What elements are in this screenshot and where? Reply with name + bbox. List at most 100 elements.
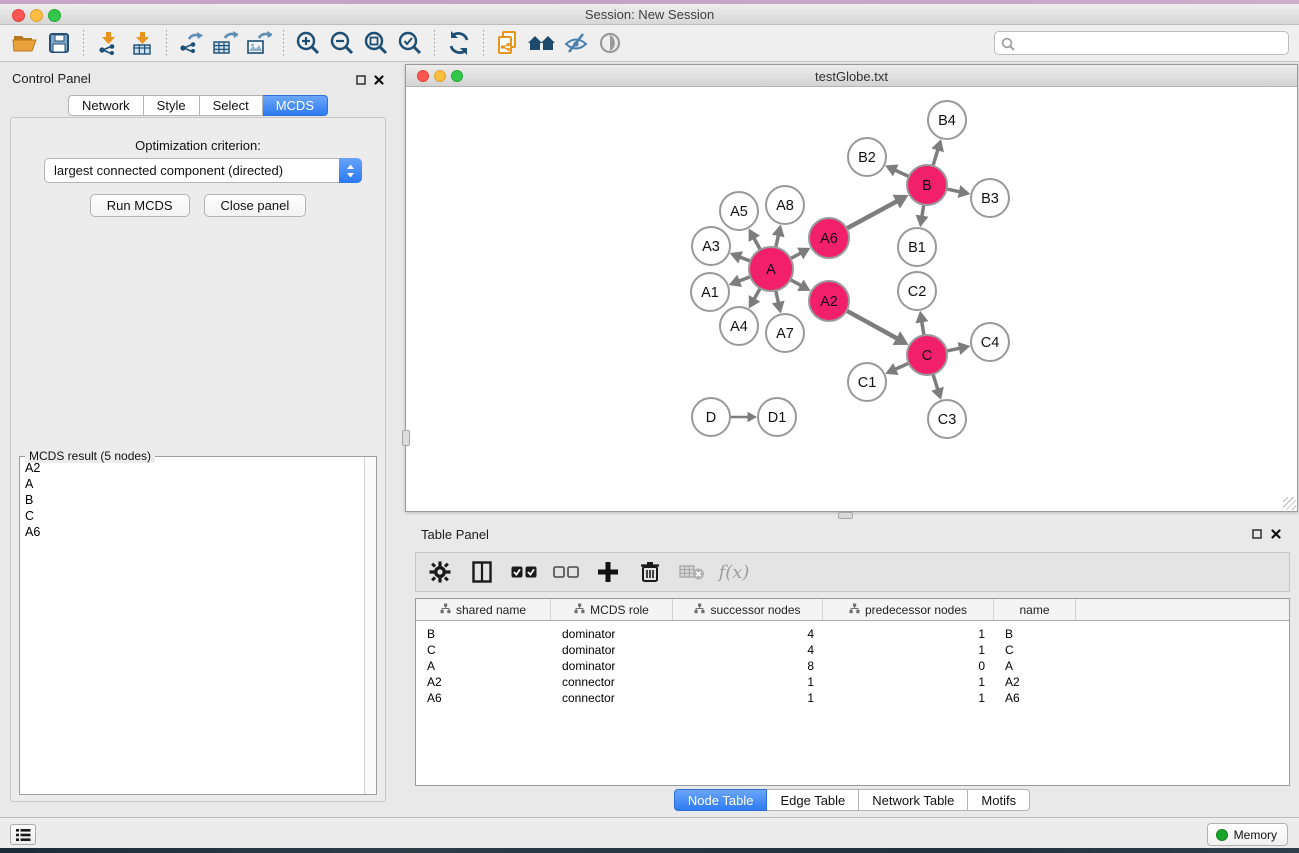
tab-mcds[interactable]: MCDS	[263, 95, 328, 116]
table-panel-header: Table Panel	[405, 518, 1299, 548]
list-item[interactable]: A6	[21, 524, 363, 540]
task-history-button[interactable]	[10, 824, 36, 845]
edge-arrowhead	[931, 139, 944, 152]
list-item[interactable]: B	[21, 492, 363, 508]
tab-select[interactable]: Select	[200, 95, 263, 116]
table-row[interactable]: Bdominator41B	[416, 626, 1289, 642]
graph-edge[interactable]	[895, 363, 910, 370]
graph-edge[interactable]	[754, 238, 761, 251]
graph-edge[interactable]	[933, 373, 938, 390]
node-table: shared name MCDS role successor nodes pr…	[415, 598, 1290, 786]
table-row[interactable]: A2connector11A2	[416, 674, 1289, 690]
table-cell: A2	[994, 674, 1076, 690]
export-network-icon[interactable]	[174, 28, 208, 58]
resize-grip-icon[interactable]	[1283, 497, 1296, 510]
save-session-icon[interactable]	[42, 28, 76, 58]
graph-edge[interactable]	[775, 290, 778, 303]
close-panel-button[interactable]: Close panel	[204, 194, 307, 217]
graph-edge[interactable]	[739, 276, 752, 281]
table-row[interactable]: Cdominator41C	[416, 642, 1289, 658]
tab-edge-table[interactable]: Edge Table	[767, 789, 859, 811]
result-scrollbar[interactable]	[364, 457, 376, 794]
hide-eye-icon[interactable]	[559, 28, 593, 58]
open-session-icon[interactable]	[8, 28, 42, 58]
node-label: B4	[938, 113, 956, 129]
graph-edge[interactable]	[922, 321, 924, 336]
settings-gear-icon[interactable]	[426, 558, 454, 586]
graph-edge[interactable]	[789, 279, 801, 286]
run-mcds-button[interactable]: Run MCDS	[90, 194, 190, 217]
toolbar-divider	[166, 30, 167, 56]
close-panel-icon[interactable]	[374, 72, 384, 90]
graph-edge[interactable]	[946, 348, 960, 351]
desktop-edge-bottom	[0, 848, 1299, 853]
table-cell: A2	[416, 674, 551, 690]
refresh-icon[interactable]	[442, 28, 476, 58]
column-label: predecessor nodes	[865, 603, 967, 617]
search-icon	[1001, 37, 1015, 51]
import-table-icon[interactable]	[125, 28, 159, 58]
table-cell: A	[416, 658, 551, 674]
tab-style[interactable]: Style	[144, 95, 200, 116]
column-header-name[interactable]: name	[994, 599, 1076, 620]
tab-node-table[interactable]: Node Table	[674, 789, 768, 811]
optimization-criterion-select[interactable]: largest connected component (directed)	[44, 158, 362, 183]
function-builder-icon[interactable]: f(x)	[720, 558, 748, 586]
tab-network[interactable]: Network	[68, 95, 144, 116]
zoom-in-icon[interactable]	[291, 28, 325, 58]
tab-motifs[interactable]: Motifs	[968, 789, 1030, 811]
export-table-icon[interactable]	[208, 28, 242, 58]
table-tabs: Node Table Edge Table Network Table Moti…	[405, 789, 1299, 811]
column-header-mcds-role[interactable]: MCDS role	[551, 599, 673, 620]
table-cell: B	[416, 626, 551, 642]
node-label: B	[922, 178, 932, 194]
delete-table-icon[interactable]	[678, 558, 706, 586]
column-header-successor-nodes[interactable]: successor nodes	[673, 599, 823, 620]
import-network-icon[interactable]	[91, 28, 125, 58]
column-layout-icon[interactable]	[468, 558, 496, 586]
home-icon[interactable]	[525, 28, 559, 58]
zoom-fit-icon[interactable]	[359, 28, 393, 58]
graph-edge[interactable]	[846, 310, 898, 338]
edge-arrowhead	[772, 225, 785, 238]
export-image-icon[interactable]	[242, 28, 276, 58]
search-field	[994, 31, 1289, 55]
node-label: C2	[908, 284, 927, 300]
table-row[interactable]: Adominator80A	[416, 658, 1289, 674]
select-all-icon[interactable]	[510, 558, 538, 586]
table-row[interactable]: A6connector11A6	[416, 690, 1289, 706]
add-column-icon[interactable]	[594, 558, 622, 586]
graph-edge[interactable]	[775, 235, 778, 248]
column-header-filler	[1076, 599, 1289, 620]
list-item[interactable]: A	[21, 476, 363, 492]
birdseye-grip[interactable]	[402, 430, 410, 446]
graph-edge[interactable]	[933, 149, 938, 166]
column-header-shared-name[interactable]: shared name	[416, 599, 551, 620]
float-panel-icon[interactable]	[356, 72, 366, 90]
graph-edge[interactable]	[846, 201, 897, 229]
eye-icon[interactable]	[593, 28, 627, 58]
network-canvas[interactable]: B4B2BB3A8A5A6A3B1AC2A1A2A4A7C4CC1C3DD1	[406, 88, 1297, 511]
node-label: B2	[858, 150, 876, 166]
memory-button[interactable]: Memory	[1207, 823, 1288, 846]
close-panel-icon[interactable]	[1271, 526, 1281, 544]
tree-icon	[440, 603, 451, 617]
graph-edge[interactable]	[946, 189, 960, 192]
list-item[interactable]: A2	[21, 460, 363, 476]
graph-edge[interactable]	[895, 170, 910, 177]
graph-edge[interactable]	[754, 287, 761, 299]
table-cell: C	[416, 642, 551, 658]
delete-column-icon[interactable]	[636, 558, 664, 586]
node-label: A2	[820, 294, 838, 310]
search-input[interactable]	[1019, 34, 1283, 52]
table-cell: 1	[823, 626, 994, 642]
list-item[interactable]: C	[21, 508, 363, 524]
column-header-predecessor-nodes[interactable]: predecessor nodes	[823, 599, 994, 620]
tab-network-table[interactable]: Network Table	[859, 789, 968, 811]
float-panel-icon[interactable]	[1252, 526, 1262, 544]
network-view-window: testGlobe.txt B4B2BB3A8A5A6A3B1AC2A1A2A4…	[405, 64, 1298, 512]
zoom-selected-icon[interactable]	[393, 28, 427, 58]
zoom-out-icon[interactable]	[325, 28, 359, 58]
copy-network-icon[interactable]	[491, 28, 525, 58]
deselect-all-icon[interactable]	[552, 558, 580, 586]
